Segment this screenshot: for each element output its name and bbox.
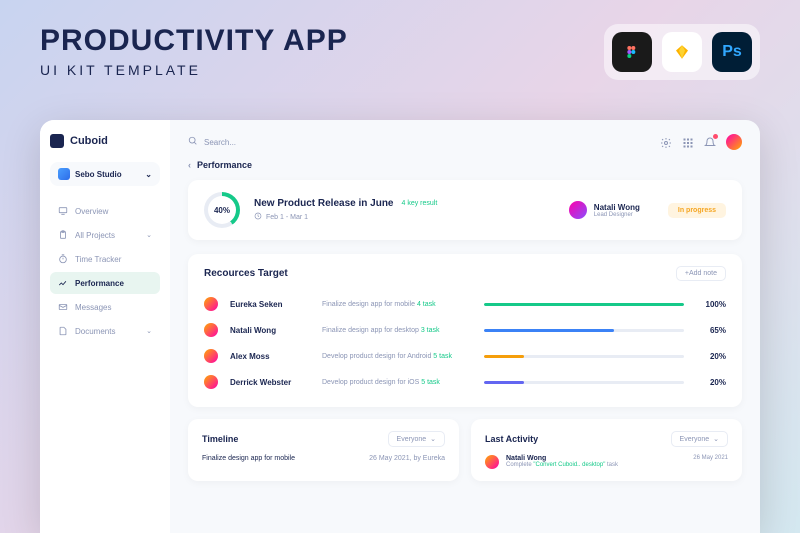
- performance-card: 40% New Product Release in June 4 key re…: [188, 180, 742, 240]
- timeline-panel: Timeline Everyone ⌄ Finalize design app …: [188, 419, 459, 481]
- app-icons: Ps: [604, 24, 760, 80]
- progress-bar: [484, 355, 684, 358]
- progress-bar: [484, 329, 684, 332]
- sketch-icon: [662, 32, 702, 72]
- nav-performance[interactable]: Performance: [50, 272, 160, 294]
- monitor-icon: [58, 206, 68, 216]
- activity-filter[interactable]: Everyone ⌄: [671, 431, 728, 447]
- grid-icon[interactable]: [682, 136, 694, 148]
- photoshop-icon: Ps: [712, 32, 752, 72]
- brand-icon: [50, 134, 64, 148]
- mail-icon: [58, 302, 68, 312]
- chart-icon: [58, 278, 68, 288]
- target-row: Derrick WebsterDevelop product design fo…: [204, 369, 726, 395]
- avatar: [569, 201, 587, 219]
- progress-ring: 40%: [204, 192, 240, 228]
- activity-panel: Last Activity Everyone ⌄ Natali Wong Com…: [471, 419, 742, 481]
- target-row: Natali WongFinalize design app for deskt…: [204, 317, 726, 343]
- avatar: [204, 323, 218, 337]
- add-note-button[interactable]: +Add note: [676, 266, 726, 281]
- nav: OverviewAll Projects⌄Time TrackerPerform…: [50, 200, 160, 342]
- timer-icon: [58, 254, 68, 264]
- search-icon: [188, 136, 198, 148]
- main-content: Search... ‹ Performance 40%: [170, 120, 760, 533]
- breadcrumb: ‹ Performance: [188, 160, 742, 170]
- workspace-icon: [58, 168, 70, 180]
- progress-bar: [484, 303, 684, 306]
- back-icon[interactable]: ‹: [188, 160, 191, 170]
- avatar: [204, 375, 218, 389]
- workspace-selector[interactable]: Sebo Studio ⌄: [50, 162, 160, 186]
- user-avatar[interactable]: [726, 134, 742, 150]
- app-window: Cuboid Sebo Studio ⌄ OverviewAll Project…: [40, 120, 760, 533]
- chevron-down-icon: ⌄: [430, 435, 436, 443]
- avatar: [204, 349, 218, 363]
- topbar: Search...: [188, 134, 742, 150]
- chevron-down-icon: ⌄: [146, 231, 152, 239]
- search-input[interactable]: Search...: [188, 136, 650, 148]
- clock-icon: [254, 212, 262, 222]
- chevron-down-icon: ⌄: [146, 327, 152, 335]
- avatar: [485, 455, 499, 469]
- hero-title: PRODUCTIVITY APP: [40, 24, 348, 58]
- brand: Cuboid: [50, 134, 160, 148]
- hero-subtitle: UI KIT TEMPLATE: [40, 62, 348, 78]
- sidebar: Cuboid Sebo Studio ⌄ OverviewAll Project…: [40, 120, 170, 533]
- nav-overview[interactable]: Overview: [50, 200, 160, 222]
- chevron-down-icon: ⌄: [713, 435, 719, 443]
- chevron-down-icon: ⌄: [145, 170, 152, 179]
- status-badge: In progress: [668, 203, 726, 218]
- bell-icon[interactable]: [704, 136, 716, 148]
- nav-all-projects[interactable]: All Projects⌄: [50, 224, 160, 246]
- file-icon: [58, 326, 68, 336]
- assignee: Natali Wong Lead Designer: [569, 201, 640, 219]
- clipboard-icon: [58, 230, 68, 240]
- target-row: Eureka SekenFinalize design app for mobi…: [204, 291, 726, 317]
- figma-icon: [612, 32, 652, 72]
- nav-messages[interactable]: Messages: [50, 296, 160, 318]
- perf-sub: 4 key result: [402, 200, 438, 207]
- target-row: Alex MossDevelop product design for Andr…: [204, 343, 726, 369]
- perf-title: New Product Release in June: [254, 198, 394, 209]
- timeline-filter[interactable]: Everyone ⌄: [388, 431, 445, 447]
- gear-icon[interactable]: [660, 136, 672, 148]
- resources-section: Recources Target +Add note Eureka SekenF…: [188, 254, 742, 407]
- progress-bar: [484, 381, 684, 384]
- avatar: [204, 297, 218, 311]
- nav-time-tracker[interactable]: Time Tracker: [50, 248, 160, 270]
- nav-documents[interactable]: Documents⌄: [50, 320, 160, 342]
